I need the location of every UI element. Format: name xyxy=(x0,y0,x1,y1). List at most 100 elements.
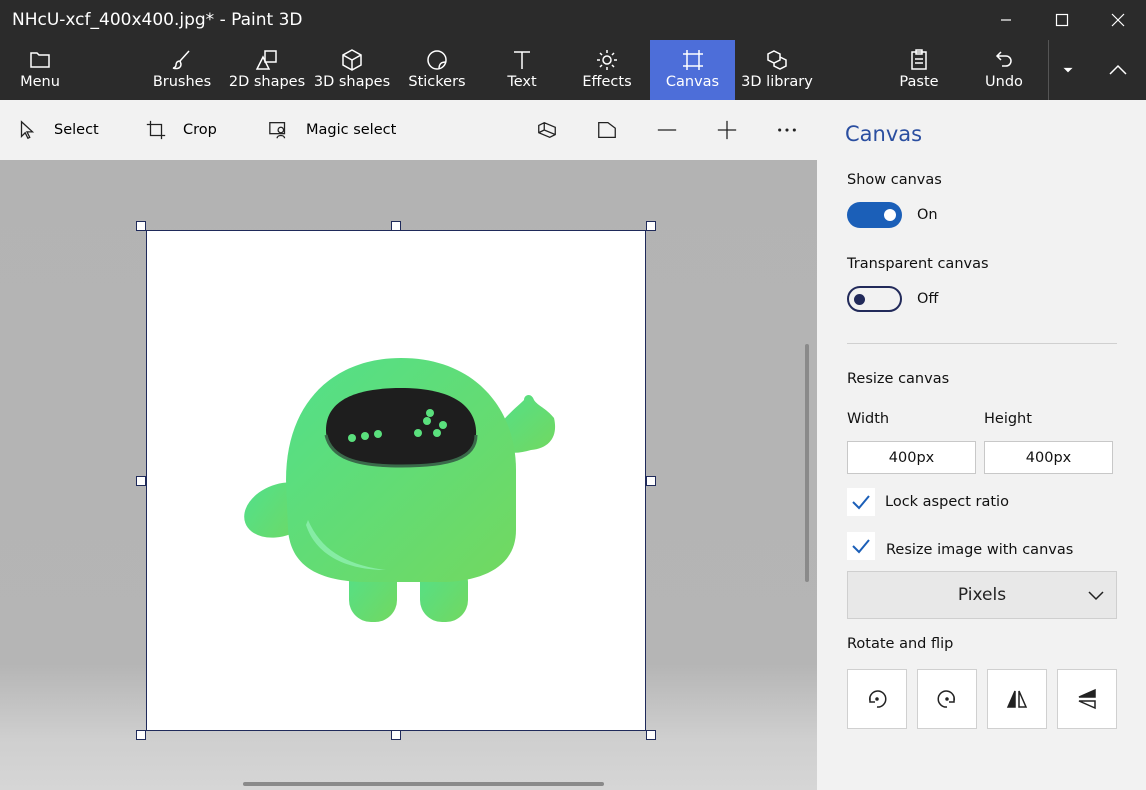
3d-shapes-button[interactable]: 3D shapes xyxy=(312,40,392,100)
resize-handle-top[interactable] xyxy=(391,221,401,231)
clipboard-icon xyxy=(911,49,927,70)
resize-handle-bottom-right[interactable] xyxy=(646,730,656,740)
chevron-down-icon xyxy=(1088,591,1104,601)
crop-tool[interactable]: Crop xyxy=(145,100,217,160)
height-field[interactable]: 400px xyxy=(984,441,1113,474)
transparent-canvas-label: Transparent canvas xyxy=(847,256,989,272)
brushes-label: Brushes xyxy=(152,74,212,90)
flip-vertical-button[interactable] xyxy=(1057,669,1117,729)
sticker-icon xyxy=(427,50,447,70)
brush-icon xyxy=(172,50,190,70)
3d-shapes-label: 3D shapes xyxy=(313,74,391,90)
crop-label: Crop xyxy=(183,122,217,138)
menu-button[interactable]: Menu xyxy=(10,40,70,100)
units-dropdown[interactable]: Pixels xyxy=(847,571,1117,619)
flip-horizontal-icon xyxy=(1006,690,1028,708)
3d-library-button[interactable]: 3D library xyxy=(737,40,817,100)
resize-image-checkbox[interactable] xyxy=(847,532,875,560)
undo-button[interactable]: Undo xyxy=(966,40,1042,100)
plus-icon xyxy=(717,120,737,140)
checkmark-icon xyxy=(852,495,870,510)
undo-icon xyxy=(995,51,1012,67)
show-canvas-label: Show canvas xyxy=(847,172,942,188)
title-and-ribbon-bar: NHcU-xcf_400x400.jpg* - Paint 3D Menu Br… xyxy=(0,0,1146,100)
canvas-button[interactable]: Canvas xyxy=(650,40,735,100)
selection-border-left xyxy=(146,230,147,730)
window-title: NHcU-xcf_400x400.jpg* - Paint 3D xyxy=(12,10,303,30)
panel-title: Canvas xyxy=(845,122,923,146)
magic-select-icon xyxy=(269,122,286,139)
effects-button[interactable]: Effects xyxy=(567,40,647,100)
2d-shapes-button[interactable]: 2D shapes xyxy=(227,40,307,100)
brushes-button[interactable]: Brushes xyxy=(142,40,222,100)
close-button[interactable] xyxy=(1090,0,1146,40)
maximize-button[interactable] xyxy=(1034,0,1090,40)
perspective-icon xyxy=(598,122,616,138)
2d-shapes-icon xyxy=(255,50,277,70)
magic-select-tool[interactable]: Magic select xyxy=(268,100,396,160)
lock-aspect-ratio-label: Lock aspect ratio xyxy=(885,494,1009,510)
stickers-label: Stickers xyxy=(408,74,466,90)
more-options-button[interactable] xyxy=(776,100,798,160)
minimize-icon xyxy=(1001,19,1011,21)
text-label: Text xyxy=(507,74,537,90)
resize-handle-right[interactable] xyxy=(646,476,656,486)
maximize-icon xyxy=(1055,13,1069,27)
text-icon xyxy=(514,51,530,69)
canvas-sheet[interactable] xyxy=(146,230,646,730)
cursor-icon xyxy=(20,120,35,140)
canvas-label: Canvas xyxy=(665,74,720,90)
toggle-knob xyxy=(884,209,896,221)
resize-handle-bottom[interactable] xyxy=(391,730,401,740)
rotate-left-button[interactable] xyxy=(847,669,907,729)
effects-label: Effects xyxy=(582,74,632,90)
transparent-canvas-state: Off xyxy=(917,291,939,307)
resize-canvas-heading: Resize canvas xyxy=(847,371,950,387)
flip-horizontal-button[interactable] xyxy=(987,669,1047,729)
cube-icon xyxy=(342,49,362,71)
menu-label: Menu xyxy=(20,74,60,90)
view-3d-button[interactable] xyxy=(536,100,558,160)
units-value: Pixels xyxy=(957,585,1007,605)
paste-button[interactable]: Paste xyxy=(880,40,958,100)
zoom-out-button[interactable] xyxy=(656,100,678,160)
flip-vertical-icon xyxy=(1078,688,1096,710)
transparent-canvas-toggle[interactable] xyxy=(847,286,902,312)
width-field[interactable]: 400px xyxy=(847,441,976,474)
perspective-button[interactable] xyxy=(596,100,618,160)
robot-image xyxy=(244,358,556,622)
resize-handle-top-right[interactable] xyxy=(646,221,656,231)
zoom-in-button[interactable] xyxy=(716,100,738,160)
resize-handle-top-left[interactable] xyxy=(136,221,146,231)
rotate-right-button[interactable] xyxy=(917,669,977,729)
minimize-button[interactable] xyxy=(978,0,1034,40)
checkmark-icon xyxy=(852,539,870,554)
lock-aspect-ratio-checkbox[interactable] xyxy=(847,488,875,516)
canvas-workspace[interactable] xyxy=(0,160,817,790)
minus-icon xyxy=(657,129,677,131)
vertical-scrollbar[interactable] xyxy=(805,344,809,582)
rotate-flip-heading: Rotate and flip xyxy=(847,636,954,652)
toggle-knob xyxy=(854,294,865,305)
show-canvas-toggle[interactable] xyxy=(847,202,902,228)
resize-image-label: Resize image with canvas xyxy=(886,542,1074,558)
chevron-up-icon xyxy=(1109,64,1127,75)
ellipsis-icon xyxy=(778,128,796,132)
canvas-panel: Canvas Show canvas On Transparent canvas… xyxy=(817,100,1146,790)
stickers-button[interactable]: Stickers xyxy=(397,40,477,100)
rotate-left-icon xyxy=(869,690,887,708)
horizontal-scrollbar[interactable] xyxy=(243,782,604,786)
panel-divider xyxy=(847,343,1117,344)
text-button[interactable]: Text xyxy=(482,40,562,100)
resize-handle-bottom-left[interactable] xyxy=(136,730,146,740)
resize-handle-left[interactable] xyxy=(136,476,146,486)
select-tool[interactable]: Select xyxy=(16,100,99,160)
canvas-toolbar: Select Crop Magic select xyxy=(0,100,817,160)
collapse-ribbon-button[interactable] xyxy=(1090,40,1146,100)
history-dropdown-button[interactable] xyxy=(1048,40,1086,100)
rotate-right-icon xyxy=(937,690,955,708)
select-label: Select xyxy=(54,122,99,138)
magic-select-label: Magic select xyxy=(306,122,397,138)
crop-icon xyxy=(146,120,166,140)
3d-library-label: 3D library xyxy=(741,74,813,90)
